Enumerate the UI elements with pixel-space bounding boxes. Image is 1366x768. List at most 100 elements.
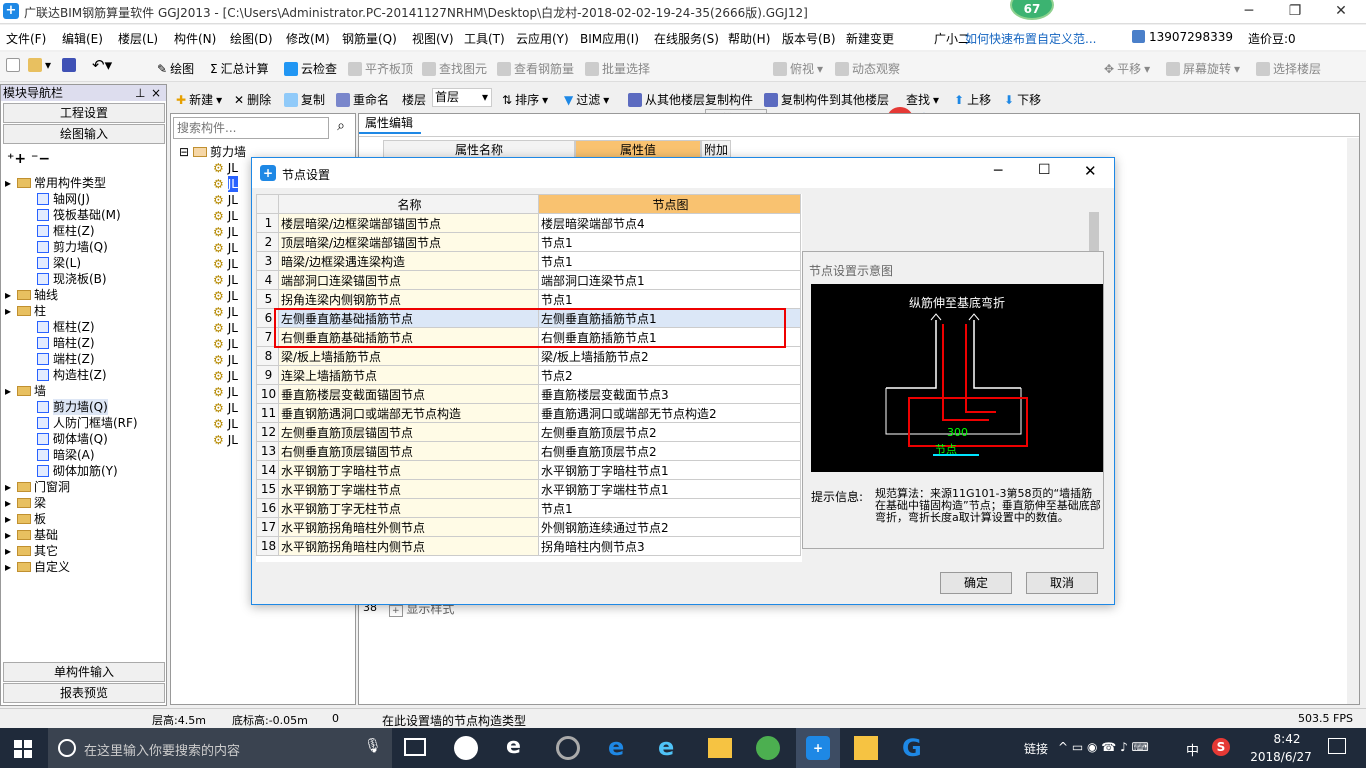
nav-tree-item[interactable]: 剪力墙(Q) <box>5 239 165 255</box>
node-value-cell[interactable]: 垂直筋楼层变截面节点3 <box>538 384 801 404</box>
dialog-minimize-button[interactable]: ─ <box>994 163 1002 179</box>
file-explorer-icon[interactable] <box>708 738 732 758</box>
new-file-icon[interactable] <box>6 58 20 72</box>
node-value-cell[interactable]: 拐角暗柱内侧节点3 <box>538 536 801 556</box>
nav-tree-item[interactable]: 砌体墙(Q) <box>5 431 165 447</box>
save-icon[interactable] <box>62 58 76 72</box>
search-icon[interactable]: ⌕ <box>331 118 351 138</box>
menu-item[interactable]: 工具(T) <box>464 30 505 47</box>
fan-app-icon[interactable] <box>454 736 478 760</box>
find-element-button[interactable]: 查找图元 <box>422 60 487 77</box>
menu-item[interactable]: 钢筋量(Q) <box>342 30 397 47</box>
expand-arrow-icon[interactable]: ▸ <box>5 495 17 511</box>
component-list-item[interactable]: ⚙ JL <box>179 256 246 272</box>
component-search-input[interactable] <box>173 117 329 139</box>
draw-button[interactable]: ✎ 绘图 <box>157 60 194 77</box>
expand-arrow-icon[interactable]: ▸ <box>5 559 17 575</box>
node-name-cell[interactable]: 左侧垂直筋顶层锚固节点 <box>278 422 539 442</box>
node-name-cell[interactable]: 垂直钢筋遇洞口或端部无节点构造 <box>278 403 539 423</box>
node-table-row[interactable]: 13 右侧垂直筋顶层锚固节点 右侧垂直筋顶层节点2 <box>256 441 801 461</box>
component-list-item[interactable]: ⚙ JL <box>179 304 246 320</box>
node-value-cell[interactable]: 节点2 <box>538 365 801 385</box>
component-list-item[interactable]: ⚙ JL <box>179 320 246 336</box>
mic-icon[interactable]: 🎙 <box>364 738 382 754</box>
move-down-button[interactable]: ⬇ 下移 <box>1004 91 1041 108</box>
node-table-row[interactable]: 18 水平钢筋拐角暗柱内侧节点 拐角暗柱内侧节点3 <box>256 536 801 556</box>
node-table-row[interactable]: 11 垂直钢筋遇洞口或端部无节点构造 垂直筋遇洞口或端部无节点构造2 <box>256 403 801 423</box>
nav-tree-item[interactable]: 框柱(Z) <box>5 223 165 239</box>
minimize-button[interactable]: ─ <box>1226 0 1272 24</box>
node-table-row[interactable]: 9 连梁上墙插筋节点 节点2 <box>256 365 801 385</box>
node-table-row[interactable]: 8 梁/板上墙插筋节点 梁/板上墙插筋节点2 <box>256 346 801 366</box>
dialog-close-button[interactable]: ✕ <box>1084 162 1097 180</box>
node-table-row[interactable]: 5 拐角连梁内侧钢筋节点 节点1 <box>256 289 801 309</box>
windows-start-icon[interactable] <box>14 740 32 758</box>
node-name-cell[interactable]: 连梁上墙插筋节点 <box>278 365 539 385</box>
node-table-row[interactable]: 4 端部洞口连梁锚固节点 端部洞口连梁节点1 <box>256 270 801 290</box>
ie-icon[interactable]: e <box>658 733 674 761</box>
taskbar-search[interactable]: 在这里输入你要搜索的内容 🎙 <box>48 728 392 768</box>
node-value-cell[interactable]: 垂直筋遇洞口或端部无节点构造2 <box>538 403 801 423</box>
g-app-icon[interactable]: G <box>902 734 922 762</box>
component-list-item[interactable]: ⚙ JL <box>179 384 246 400</box>
component-list-item[interactable]: ⚙ JL <box>179 160 246 176</box>
component-list-item[interactable]: ⚙ JL <box>179 224 246 240</box>
nav-tree-item[interactable]: ▸ 常用构件类型 <box>5 175 165 191</box>
undo-icon[interactable]: ↶▾ <box>92 56 112 74</box>
node-value-cell[interactable]: 梁/板上墙插筋节点2 <box>538 346 801 366</box>
menu-item[interactable]: 视图(V) <box>412 30 454 47</box>
component-list-item[interactable]: ⚙ JL <box>179 352 246 368</box>
expand-arrow-icon[interactable]: ▸ <box>5 175 17 191</box>
cancel-button[interactable]: 取消 <box>1026 572 1098 594</box>
menu-item[interactable]: 新建变更 <box>846 30 894 47</box>
view-button[interactable]: 俯视 ▾ <box>773 60 823 77</box>
node-name-cell[interactable]: 右侧垂直筋顶层锚固节点 <box>278 441 539 461</box>
expand-arrow-icon[interactable]: ▸ <box>5 511 17 527</box>
node-name-cell[interactable]: 水平钢筋拐角暗柱内侧节点 <box>278 536 539 556</box>
expand-arrow-icon[interactable]: ▸ <box>5 303 17 319</box>
restore-button[interactable]: ❐ <box>1272 0 1318 24</box>
user-phone[interactable]: 13907298339 <box>1132 30 1233 44</box>
nav-tree-item[interactable]: 轴网(J) <box>5 191 165 207</box>
component-list-item[interactable]: ⚙ JL <box>179 368 246 384</box>
find-button[interactable]: 查找 ▾ <box>906 91 939 108</box>
node-name-cell[interactable]: 水平钢筋拐角暗柱外侧节点 <box>278 517 539 537</box>
menu-item[interactable]: 构件(N) <box>174 30 216 47</box>
node-value-cell[interactable]: 左侧垂直筋顶层节点2 <box>538 422 801 442</box>
node-table-row[interactable]: 1 楼层暗梁/边框梁端部锚固节点 楼层暗梁端部节点4 <box>256 213 801 233</box>
node-table-row[interactable]: 2 顶层暗梁/边框梁端部锚固节点 节点1 <box>256 232 801 252</box>
menu-item[interactable]: 文件(F) <box>6 30 46 47</box>
node-value-cell[interactable]: 节点1 <box>538 251 801 271</box>
menu-item[interactable]: 绘图(D) <box>230 30 273 47</box>
nav-tree-item[interactable]: 剪力墙(Q) <box>5 399 165 415</box>
sogou-tray-icon[interactable]: S <box>1212 738 1230 756</box>
node-value-cell[interactable]: 节点1 <box>538 232 801 252</box>
node-name-cell[interactable]: 楼层暗梁/边框梁端部锚固节点 <box>278 213 539 233</box>
move-up-button[interactable]: ⬆ 上移 <box>954 91 991 108</box>
filter-button[interactable]: ▼ 过滤 ▾ <box>564 91 609 108</box>
component-list-item[interactable]: ⚙ JL <box>179 400 246 416</box>
node-name-cell[interactable]: 梁/板上墙插筋节点 <box>278 346 539 366</box>
node-value-cell[interactable]: 节点1 <box>538 289 801 309</box>
action-center-icon[interactable] <box>1328 738 1346 754</box>
component-list-item[interactable]: ⚙ JL <box>179 336 246 352</box>
screen-rotate-button[interactable]: 屏幕旋转 ▾ <box>1166 60 1240 77</box>
component-list-item[interactable]: ⚙ JL <box>179 192 246 208</box>
node-name-cell[interactable]: 暗梁/边框梁遇连梁构造 <box>278 251 539 271</box>
sum-button[interactable]: Σ 汇总计算 <box>210 60 269 77</box>
node-name-cell[interactable]: 水平钢筋丁字无柱节点 <box>278 498 539 518</box>
nav-tree-item[interactable]: ▸ 柱 <box>5 303 165 319</box>
menu-item[interactable]: 在线服务(S) <box>654 30 719 47</box>
collapse-icon[interactable]: ⊟ <box>179 144 193 160</box>
nav-tree-item[interactable]: 梁(L) <box>5 255 165 271</box>
copy-from-floor-button[interactable]: 从其他楼层复制构件 <box>628 91 753 108</box>
component-list-item[interactable]: ⚙ JL <box>179 432 246 448</box>
ime-language[interactable]: 中 <box>1186 740 1199 759</box>
nav-tree-item[interactable]: 构造柱(Z) <box>5 367 165 383</box>
delete-button[interactable]: ✕ 删除 <box>234 91 271 108</box>
nav-tree-item[interactable]: ▸ 其它 <box>5 543 165 559</box>
menu-item[interactable]: BIM应用(I) <box>580 30 639 47</box>
pin-icon[interactable]: ⊥ <box>135 85 145 101</box>
node-name-cell[interactable]: 水平钢筋丁字暗柱节点 <box>278 460 539 480</box>
component-list-item[interactable]: ⚙ JL <box>179 208 246 224</box>
